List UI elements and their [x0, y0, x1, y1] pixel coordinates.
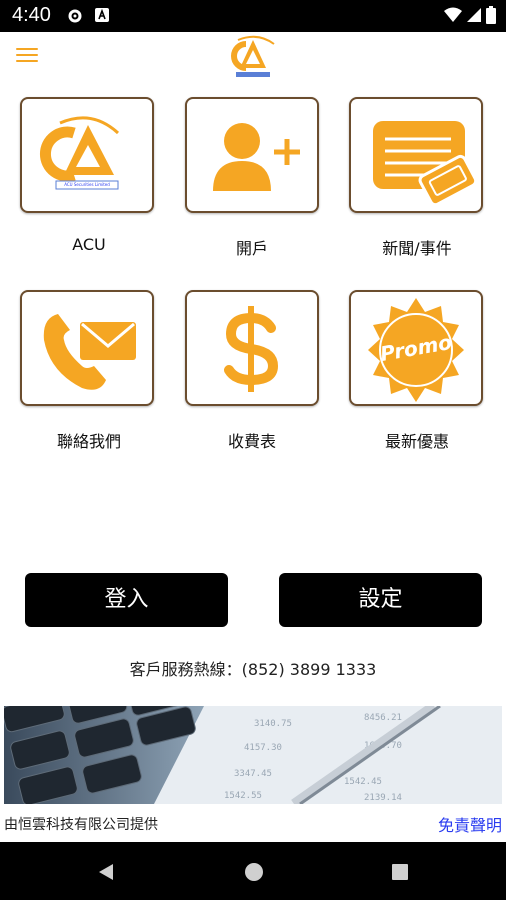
acu-logo-icon: [39, 116, 120, 190]
dollar-icon: [224, 306, 279, 392]
svg-text:8456.21: 8456.21: [364, 713, 402, 723]
phone-mail-icon: [43, 314, 136, 390]
svg-text:4157.30: 4157.30: [244, 743, 282, 753]
svg-text:2139.14: 2139.14: [364, 793, 402, 803]
wifi-icon: [444, 7, 462, 22]
status-bar: 4:40: [0, 0, 506, 32]
recents-icon[interactable]: [390, 862, 410, 882]
tile-label-promo: 最新優惠: [384, 432, 449, 451]
acu-logo-icon: [231, 35, 275, 77]
svg-text:3347.45: 3347.45: [234, 769, 272, 779]
tile-label-open-account: 開戶: [235, 239, 268, 258]
settings-button[interactable]: 設定: [279, 573, 482, 627]
svg-text:3140.75: 3140.75: [254, 719, 292, 729]
login-button[interactable]: 登入: [25, 573, 228, 627]
tile-news[interactable]: [349, 97, 483, 213]
menu-icon[interactable]: [16, 44, 38, 66]
tile-label-fees: 收費表: [227, 432, 276, 451]
svg-text:1542.55: 1542.55: [224, 791, 262, 801]
signal-icon: [467, 8, 481, 22]
tile-acu[interactable]: ACU Securities Limited: [20, 97, 154, 213]
home-icon[interactable]: [244, 862, 264, 882]
tile-fees[interactable]: [185, 290, 319, 406]
settings-gear-icon: [68, 9, 82, 23]
tile-label-contact: 聯絡我們: [56, 432, 121, 451]
disclaimer-link[interactable]: 免責聲明: [438, 812, 502, 836]
status-time: 4:40: [12, 4, 51, 26]
hotline-text: 客戶服務熱線：(852) 3899 1333: [129, 660, 377, 679]
news-icon: [373, 121, 478, 207]
calculator-banner-image: 3140.758456.21 4157.301625.70 3347.45154…: [4, 706, 502, 804]
notification-a-icon: [95, 8, 109, 22]
tile-promo[interactable]: Promo: [349, 290, 483, 406]
provider-text: 由恒雲科技有限公司提供: [4, 817, 158, 833]
battery-icon: [486, 6, 496, 24]
tile-label-acu: ACU: [72, 235, 106, 254]
tile-logo-caption: ACU Securities Limited: [64, 182, 110, 187]
tile-contact[interactable]: [20, 290, 154, 406]
app-bar: [0, 32, 506, 84]
tile-label-news: 新聞/事件: [382, 239, 452, 258]
tile-open-account[interactable]: [185, 97, 319, 213]
add-user-icon: [213, 123, 300, 191]
back-icon[interactable]: [96, 862, 116, 882]
navigation-bar: [0, 842, 506, 900]
svg-text:1542.45: 1542.45: [344, 777, 382, 787]
